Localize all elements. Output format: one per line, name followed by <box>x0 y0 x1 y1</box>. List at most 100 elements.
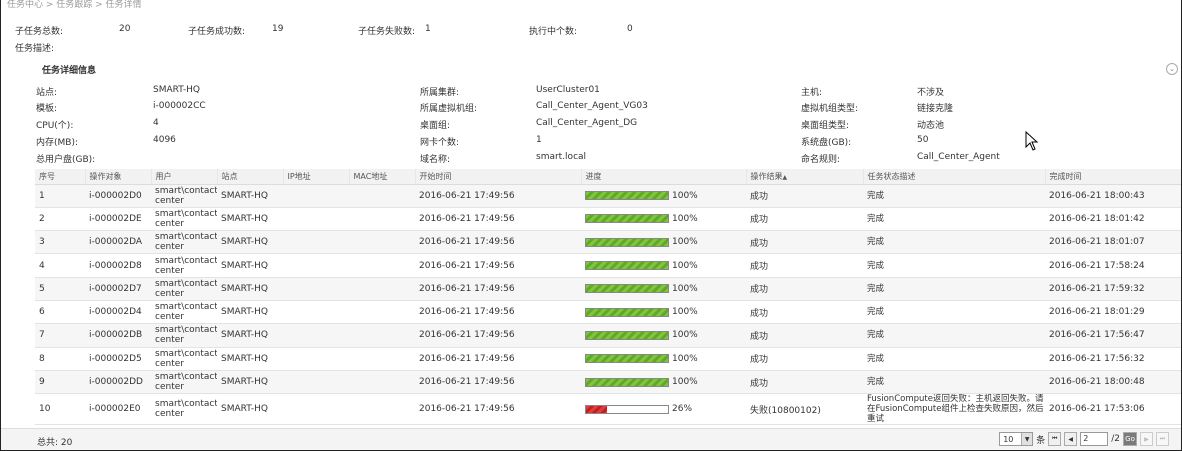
cell-object: i-000002DE <box>85 207 151 232</box>
running-count-value: 0 <box>627 24 633 34</box>
table-row[interactable]: 6 i-000002D4 smart\contact center SMART-HQ 2… <box>35 300 1181 325</box>
running-count-label: 执行中个数: <box>529 27 578 37</box>
cell-ip <box>283 277 349 301</box>
failed-subtasks-value: 1 <box>425 24 431 34</box>
table-row[interactable]: 3 i-000002DA smart\contact center SMART-HQ 2… <box>35 230 1181 255</box>
cell-end-time: 2016-06-21 18:01:07 <box>1045 230 1181 255</box>
cell-no: 6 <box>35 300 85 325</box>
task-summary: 子任务总数: 20 子任务成功数: 19 子任务失败数: 1 执行中个数: 0 <box>1 24 1181 38</box>
cell-no: 3 <box>35 230 85 255</box>
progress-indicator: 100% <box>585 284 746 294</box>
cell-start-time: 2016-06-21 17:49:56 <box>415 184 581 208</box>
cell-end-time: 2016-06-21 18:01:29 <box>1045 300 1181 325</box>
progress-bar-fill <box>586 405 608 413</box>
naming-rule-value: Call_Center_Agent <box>917 152 1000 162</box>
cell-ip <box>283 393 349 426</box>
last-page-button[interactable]: ⏭ <box>1156 432 1169 446</box>
col-header-ip[interactable]: IP地址 <box>283 169 350 185</box>
table-row[interactable]: 9 i-000002DD smart\contact center SMART-HQ 2… <box>35 370 1181 395</box>
cell-start-time: 2016-06-21 17:49:56 <box>415 207 581 232</box>
desktop-group-type-value: 动态池 <box>917 121 945 131</box>
table-row[interactable]: 5 i-000002D7 smart\contact center SMART-HQ 2… <box>35 277 1181 301</box>
go-button[interactable]: Go <box>1123 432 1137 446</box>
cell-no: 4 <box>35 253 85 278</box>
next-page-button[interactable]: ▶ <box>1140 432 1153 446</box>
progress-bar <box>585 307 669 317</box>
cell-ip <box>283 230 349 255</box>
cell-site: SMART-HQ <box>217 347 283 371</box>
col-header-status-desc[interactable]: 任务状态描述 <box>863 169 1046 185</box>
cell-progress: 100% <box>581 184 746 208</box>
table-row[interactable]: 4 i-000002D8 smart\contact center SMART-HQ 2… <box>35 253 1181 278</box>
cluster-value: UserCluster01 <box>536 85 600 95</box>
cell-result: 成功 <box>746 347 863 371</box>
progress-percent: 100% <box>672 353 698 364</box>
progress-percent: 100% <box>672 307 698 318</box>
cell-status-desc: 完成 <box>863 207 1045 232</box>
page-number-input[interactable]: 2 <box>1080 432 1109 446</box>
progress-percent: 100% <box>672 260 698 271</box>
domain-label: 域名称: <box>420 155 451 165</box>
cell-site: SMART-HQ <box>217 370 283 395</box>
task-description-label: 任务描述: <box>15 44 55 54</box>
col-header-end-time[interactable]: 完成时间 <box>1045 169 1181 185</box>
cell-object: i-000002DA <box>85 230 151 255</box>
system-disk-label: 系统盘(GB): <box>801 138 852 148</box>
cell-ip <box>283 347 349 371</box>
nic-count-value: 1 <box>536 135 542 145</box>
cell-mac <box>349 253 415 278</box>
col-header-result[interactable]: 操作结果▲ <box>746 169 864 185</box>
task-details-title: 任务详细信息 <box>42 66 97 76</box>
prev-page-button[interactable]: ◀ <box>1064 432 1078 446</box>
cell-result: 成功 <box>746 370 863 395</box>
progress-percent: 100% <box>672 237 698 248</box>
memory-value: 4096 <box>153 135 176 145</box>
table-row[interactable]: 8 i-000002D5 smart\contact center SMART-HQ 2… <box>35 347 1181 371</box>
cell-end-time: 2016-06-21 18:00:43 <box>1045 184 1181 208</box>
table-row[interactable]: 2 i-000002DE smart\contact center SMART-HQ 2… <box>35 207 1181 232</box>
sort-ascending-icon[interactable]: ▲ <box>783 174 788 181</box>
memory-label: 内存(MB): <box>36 138 78 148</box>
dropdown-arrow-icon[interactable]: ▼ <box>1021 433 1033 445</box>
success-subtasks-value: 19 <box>272 24 284 34</box>
col-header-no[interactable]: 序号 <box>35 169 86 185</box>
table-row[interactable]: 10 i-000002E0 smart\contact center SMART-HQ… <box>35 393 1181 426</box>
cell-status-desc: 完成 <box>863 253 1045 278</box>
subtask-table-container[interactable]: 序号 操作对象 用户 站点 IP地址 MAC地址 开始时间 进度 操作结果▲ 任… <box>35 169 1181 427</box>
cell-no: 10 <box>35 393 85 426</box>
cell-mac <box>349 184 415 208</box>
col-header-object[interactable]: 操作对象 <box>85 169 152 185</box>
cell-user: smart\contact center <box>151 393 217 426</box>
cell-no: 7 <box>35 323 85 348</box>
first-page-button[interactable]: ⏮ <box>1048 432 1062 446</box>
cell-user: smart\contact center <box>151 253 217 278</box>
pagination: 10 ▼ 条 ⏮ ◀ 2 /2 Go ▶ ⏭ <box>999 432 1169 446</box>
table-row[interactable]: 7 i-000002DB smart\contact center SMART-HQ 2… <box>35 323 1181 348</box>
col-header-start-time[interactable]: 开始时间 <box>415 169 582 185</box>
cell-mac <box>349 207 415 232</box>
progress-bar-fill <box>586 378 668 386</box>
cell-start-time: 2016-06-21 17:49:56 <box>415 253 581 278</box>
total-pages-label: /2 <box>1111 434 1120 444</box>
cpu-label: CPU(个): <box>36 121 74 131</box>
cpu-value: 4 <box>153 118 159 128</box>
progress-indicator: 100% <box>585 330 746 340</box>
table-row[interactable]: 1 i-000002D0 smart\contact center SMART-HQ 2… <box>35 184 1181 208</box>
cell-mac <box>349 393 415 426</box>
cell-object: i-000002E0 <box>85 393 151 426</box>
col-header-progress[interactable]: 进度 <box>581 169 747 185</box>
template-value: i-000002CC <box>153 101 206 111</box>
col-header-user[interactable]: 用户 <box>151 169 218 185</box>
collapse-chevron-icon[interactable]: ⌄ <box>1166 63 1178 75</box>
cell-mac <box>349 230 415 255</box>
page-size-select[interactable]: 10 ▼ <box>999 432 1034 446</box>
site-value: SMART-HQ <box>153 85 201 95</box>
cell-status-desc: 完成 <box>863 323 1045 348</box>
cell-site: SMART-HQ <box>217 184 283 208</box>
cell-object: i-000002DB <box>85 323 151 348</box>
cell-end-time: 2016-06-21 18:01:42 <box>1045 207 1181 232</box>
progress-bar-fill <box>586 355 668 363</box>
col-header-mac[interactable]: MAC地址 <box>349 169 416 185</box>
col-header-site[interactable]: 站点 <box>217 169 284 185</box>
cell-user: smart\contact center <box>151 184 217 208</box>
